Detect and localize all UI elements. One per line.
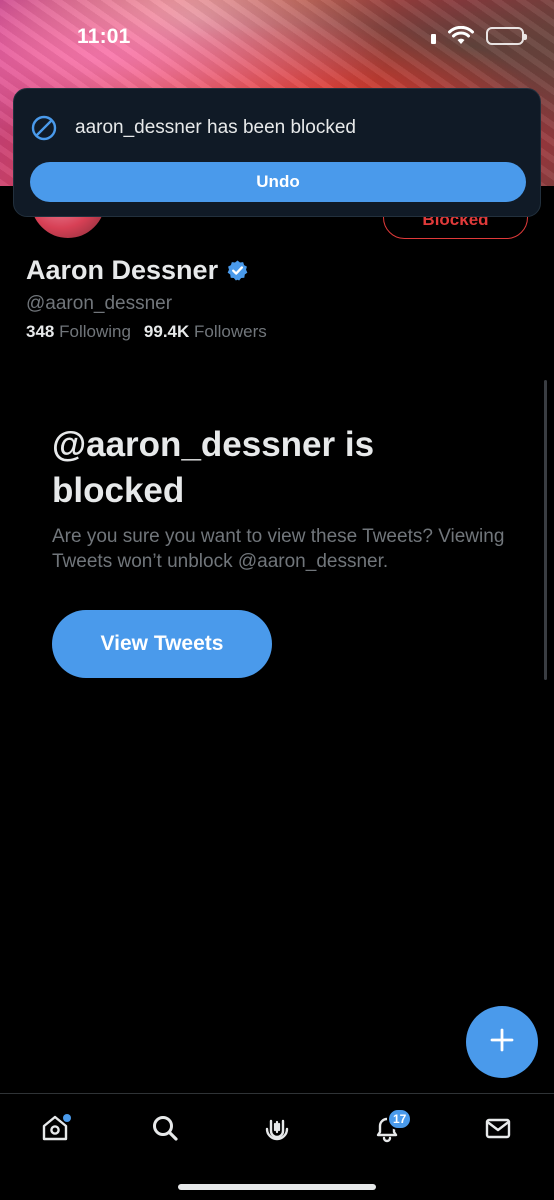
profile-name-row: Aaron Dessner bbox=[26, 255, 249, 286]
notifications-badge: 17 bbox=[387, 1108, 413, 1130]
following-label: Following bbox=[59, 322, 131, 341]
battery-icon bbox=[486, 27, 527, 45]
signal-icon bbox=[431, 34, 436, 44]
wifi-icon bbox=[448, 26, 474, 46]
nav-spaces[interactable] bbox=[255, 1108, 299, 1152]
plus-icon bbox=[489, 1027, 515, 1058]
status-time: 11:01 bbox=[77, 25, 131, 48]
nav-notifications[interactable]: 17 bbox=[365, 1108, 413, 1152]
blocked-description: Are you sure you want to view these Twee… bbox=[52, 526, 505, 572]
profile-handle: @aaron_dessner bbox=[26, 293, 173, 314]
undo-button[interactable]: Undo bbox=[30, 162, 526, 202]
followers-count: 99.4K bbox=[143, 322, 190, 341]
follow-stats: 348 Following 99.4K Followers bbox=[26, 322, 267, 342]
home-unread-dot bbox=[63, 1114, 71, 1122]
view-tweets-button[interactable]: View Tweets bbox=[52, 610, 272, 678]
following-stat[interactable]: 348 Following bbox=[26, 322, 131, 342]
scrollbar[interactable] bbox=[544, 380, 547, 680]
status-indicators bbox=[431, 26, 527, 46]
envelope-icon bbox=[483, 1113, 513, 1148]
toast-message: aaron_dessner has been blocked bbox=[75, 117, 356, 138]
compose-tweet-button[interactable] bbox=[466, 1006, 538, 1078]
search-icon bbox=[150, 1113, 180, 1148]
blocked-toast: aaron_dessner has been blocked Undo bbox=[13, 88, 541, 217]
following-count: 348 bbox=[26, 322, 55, 341]
blocked-title: @aaron_dessner is blocked bbox=[52, 425, 375, 510]
nav-search[interactable] bbox=[143, 1108, 187, 1152]
home-indicator[interactable] bbox=[178, 1184, 376, 1190]
followers-label: Followers bbox=[194, 322, 267, 341]
followers-stat[interactable]: 99.4K Followers bbox=[144, 322, 267, 342]
block-icon bbox=[31, 115, 57, 141]
profile-screen: 11:01 Blocked aaron_dessner has been blo… bbox=[0, 0, 554, 1200]
profile-name: Aaron Dessner bbox=[26, 255, 219, 285]
verified-badge-icon[interactable] bbox=[226, 259, 249, 282]
spaces-icon bbox=[262, 1113, 292, 1148]
toast-message-row: aaron_dessner has been blocked bbox=[31, 115, 356, 141]
nav-messages[interactable] bbox=[476, 1108, 520, 1152]
nav-home[interactable] bbox=[33, 1108, 77, 1152]
